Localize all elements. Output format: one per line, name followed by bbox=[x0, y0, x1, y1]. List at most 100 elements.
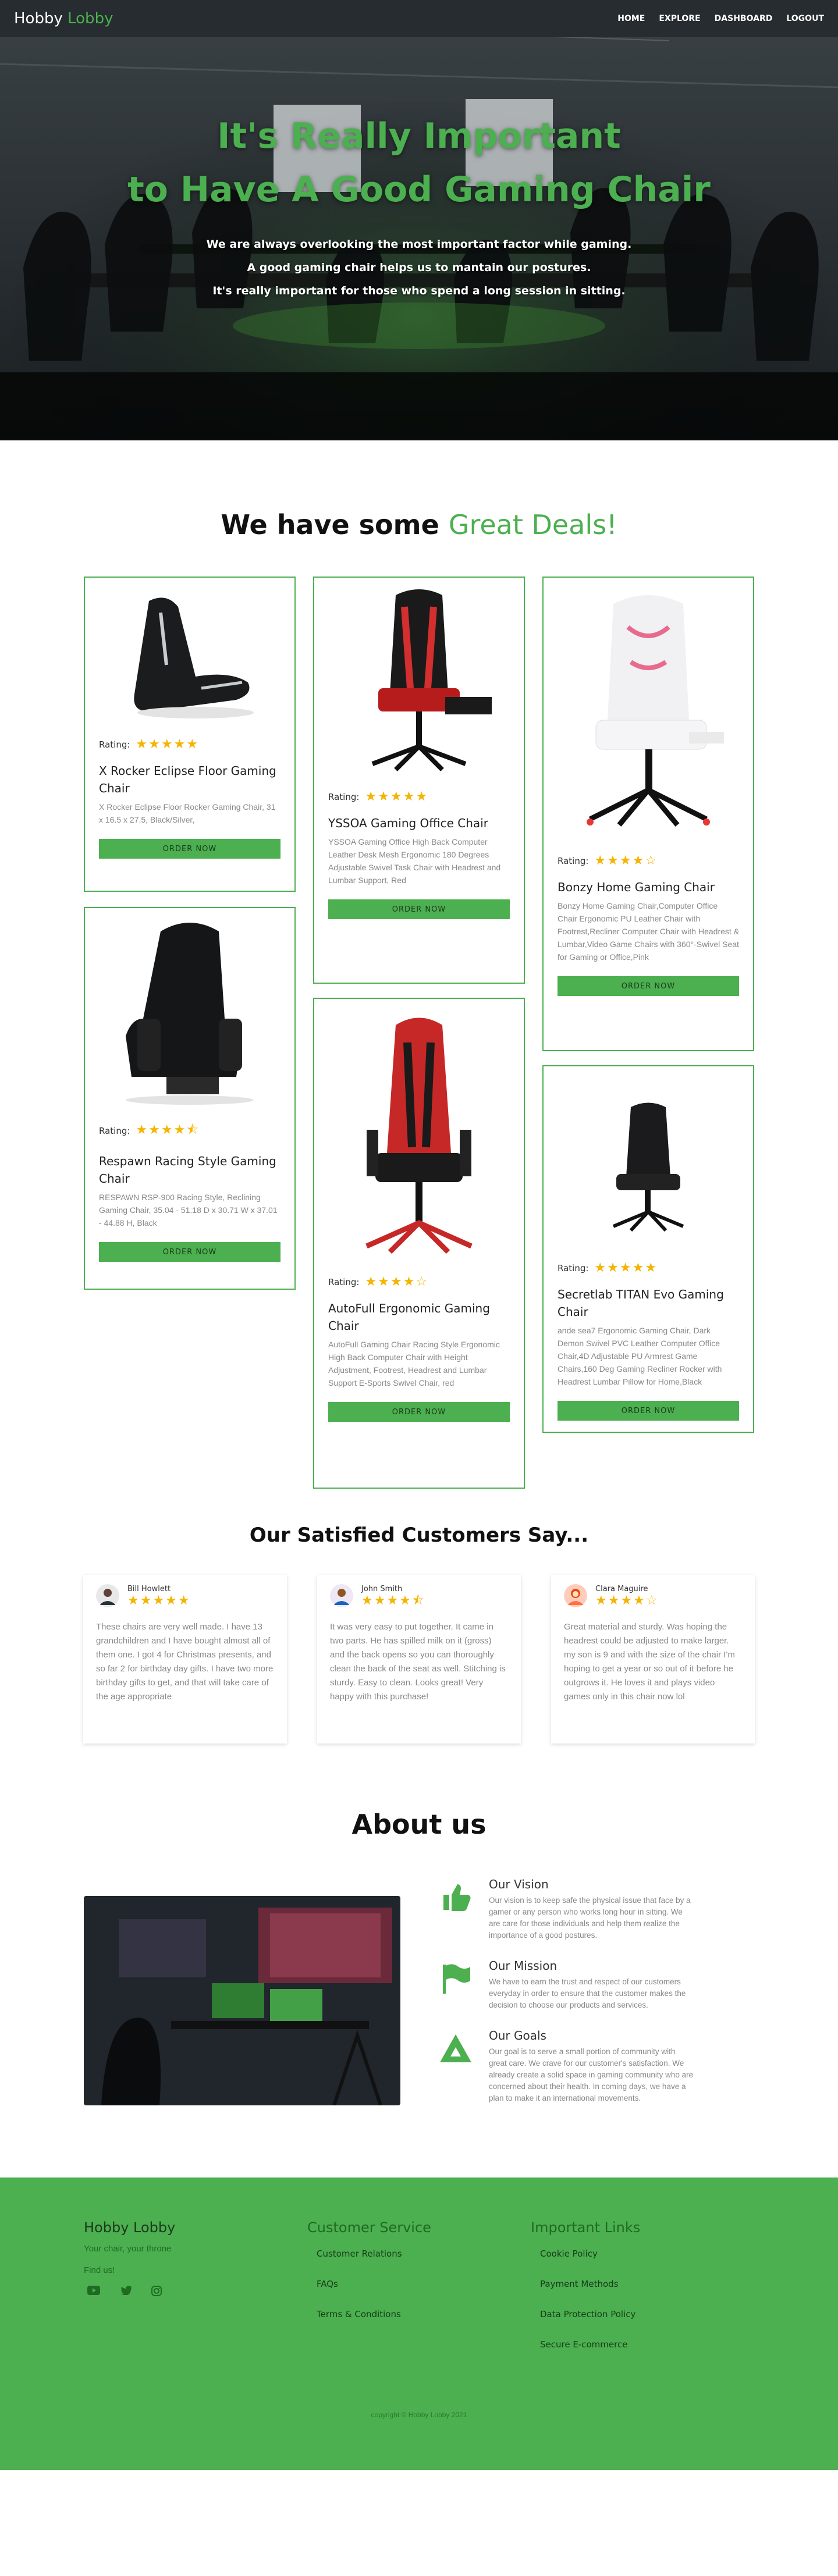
avatar bbox=[96, 1584, 119, 1607]
hero-subtitle-line-2: A good gaming chair helps us to mantain … bbox=[247, 261, 591, 274]
about-item-text: Our goal is to serve a small portion of … bbox=[489, 2047, 694, 2102]
star-rating-icon: ★★★★☆ bbox=[594, 853, 658, 868]
footer-tagline: Your chair, your throne bbox=[84, 2244, 172, 2254]
hero-content: It's Really Important to Have A Good Gam… bbox=[0, 109, 838, 303]
star-rating-icon: ★★★★⯪ bbox=[136, 1123, 200, 1137]
product-card: Rating: ★★★★☆ AutoFull Ergonomic Gaming … bbox=[313, 998, 525, 1489]
testimonials-section: Our Satisfied Customers Say... Bill Howl… bbox=[0, 1506, 838, 1744]
product-description: AutoFull Gaming Chair Racing Style Ergon… bbox=[328, 1340, 500, 1387]
about-mission: Our Mission We have to earn the trust an… bbox=[438, 1959, 694, 2011]
about-photo bbox=[84, 1896, 400, 2105]
hero-title-line-2: to Have A Good Gaming Chair bbox=[127, 169, 711, 210]
rating-row: Rating: ★★★★★ bbox=[99, 737, 280, 752]
footer-link-terms[interactable]: Terms & Conditions bbox=[307, 2309, 531, 2319]
testimonials-heading: Our Satisfied Customers Say... bbox=[249, 1524, 589, 1547]
footer-link-payment-methods[interactable]: Payment Methods bbox=[531, 2279, 754, 2289]
footer-link-data-protection[interactable]: Data Protection Policy bbox=[531, 2309, 754, 2319]
order-now-button[interactable]: ORDER NOW bbox=[328, 1402, 510, 1422]
order-now-button[interactable]: ORDER NOW bbox=[558, 976, 739, 996]
product-card: Rating: ★★★★⯪ Respawn Racing Style Gamin… bbox=[84, 907, 296, 1290]
product-description: RESPAWN RSP-900 Racing Style, Reclining … bbox=[99, 1193, 278, 1227]
product-image bbox=[328, 1011, 510, 1266]
testimonial-card: Bill Howlett ★★★★★ These chairs are very… bbox=[83, 1575, 287, 1744]
product-image bbox=[99, 589, 280, 729]
product-card: Rating: ★★★★★ X Rocker Eclipse Floor Gam… bbox=[84, 577, 296, 892]
product-image bbox=[99, 920, 280, 1112]
product-card: Rating: ★★★★★ YSSOA Gaming Office Chair … bbox=[313, 577, 525, 984]
testimonial-card: John Smith ★★★★⯪ It was very easy to put… bbox=[317, 1575, 521, 1744]
brand-name: Hobby bbox=[14, 10, 63, 27]
order-now-button[interactable]: ORDER NOW bbox=[558, 1401, 739, 1421]
footer-links-heading: Important Links bbox=[531, 2219, 641, 2236]
footer-brand-column: Hobby Lobby Your chair, your throne Find… bbox=[84, 2219, 307, 2350]
hero-subtitle-line-1: We are always overlooking the most impor… bbox=[206, 238, 632, 251]
rating-row: Rating: ★★★★★ bbox=[328, 789, 510, 804]
order-now-button[interactable]: ORDER NOW bbox=[328, 899, 510, 919]
nav-explore-link[interactable]: EXPLORE bbox=[659, 14, 700, 23]
deals-section: We have some Great Deals! Rating: ★★★★★ … bbox=[0, 440, 838, 1506]
product-title: Respawn Racing Style Gaming Chair bbox=[99, 1154, 276, 1186]
testimonial-text: It was very easy to put together. It cam… bbox=[330, 1622, 506, 1702]
footer-link-faqs[interactable]: FAQs bbox=[307, 2279, 531, 2289]
reviewer-name: John Smith bbox=[361, 1584, 403, 1593]
star-rating-icon: ★★★★★ bbox=[365, 789, 429, 804]
nav-logout-link[interactable]: LOGOUT bbox=[786, 14, 824, 23]
reviewer-name: Clara Maguire bbox=[595, 1584, 648, 1593]
product-title: Secretlab TITAN Evo Gaming Chair bbox=[558, 1287, 724, 1319]
product-title: Bonzy Home Gaming Chair bbox=[558, 880, 715, 894]
rating-row: Rating: ★★★★☆ bbox=[328, 1275, 510, 1289]
about-section: About us Our Vision Our vision is to kee… bbox=[0, 1744, 838, 2177]
product-description: YSSOA Gaming Office High Back Computer L… bbox=[328, 837, 501, 885]
footer-link-cookie-policy[interactable]: Cookie Policy bbox=[531, 2248, 754, 2259]
nav-dashboard-link[interactable]: DASHBOARD bbox=[715, 14, 773, 23]
product-description: X Rocker Eclipse Floor Rocker Gaming Cha… bbox=[99, 802, 276, 824]
star-rating-icon: ★★★★★ bbox=[594, 1261, 658, 1275]
product-image bbox=[558, 589, 739, 845]
rating-label: Rating: bbox=[328, 1276, 360, 1287]
instagram-icon[interactable] bbox=[151, 2286, 162, 2296]
nav-home-link[interactable]: HOME bbox=[617, 14, 645, 23]
about-vision: Our Vision Our vision is to keep safe th… bbox=[438, 1877, 694, 1941]
rating-label: Rating: bbox=[99, 739, 130, 750]
product-image bbox=[328, 589, 510, 781]
deals-heading: We have some Great Deals! bbox=[0, 509, 838, 540]
footer-brand: Hobby Lobby bbox=[84, 2219, 176, 2236]
footer-link-secure-ecommerce[interactable]: Secure E-commerce bbox=[531, 2339, 754, 2350]
footer: Hobby Lobby Your chair, your throne Find… bbox=[0, 2177, 838, 2470]
order-now-button[interactable]: ORDER NOW bbox=[99, 1242, 280, 1262]
product-title: X Rocker Eclipse Floor Gaming Chair bbox=[99, 764, 276, 795]
youtube-icon[interactable] bbox=[87, 2286, 100, 2295]
about-item-title: Our Vision bbox=[489, 1877, 549, 1891]
avatar bbox=[330, 1584, 353, 1607]
triangle-icon bbox=[440, 2034, 471, 2062]
about-item-text: We have to earn the trust and respect of… bbox=[489, 1977, 686, 2009]
hero-title-line-1: It's Really Important bbox=[217, 116, 621, 156]
about-goals: Our Goals Our goal is to serve a small p… bbox=[438, 2029, 694, 2104]
testimonials-row: Bill Howlett ★★★★★ These chairs are very… bbox=[0, 1575, 838, 1744]
order-now-button[interactable]: ORDER NOW bbox=[99, 839, 280, 859]
star-rating-icon: ★★★★★ bbox=[136, 737, 200, 752]
deals-heading-accent: Great Deals! bbox=[448, 509, 617, 540]
about-item-text: Our vision is to keep safe the physical … bbox=[489, 1896, 691, 1940]
deals-heading-main: We have some bbox=[221, 509, 439, 540]
testimonial-card: Clara Maguire ★★★★☆ Great material and s… bbox=[551, 1575, 755, 1744]
about-heading: About us bbox=[351, 1809, 487, 1840]
hero-section: It's Really Important to Have A Good Gam… bbox=[0, 0, 838, 440]
product-card: Rating: ★★★★☆ Bonzy Home Gaming Chair Bo… bbox=[542, 577, 754, 1051]
hero-subtitle-line-3: It's really important for those who spen… bbox=[212, 284, 626, 297]
brand-accent: Lobby bbox=[68, 10, 113, 27]
product-title: AutoFull Ergonomic Gaming Chair bbox=[328, 1301, 490, 1333]
rating-label: Rating: bbox=[558, 1262, 589, 1273]
testimonial-text: These chairs are very well made. I have … bbox=[96, 1622, 274, 1702]
about-item-title: Our Mission bbox=[489, 1959, 558, 1973]
nav-links: HOME EXPLORE DASHBOARD LOGOUT bbox=[617, 14, 824, 23]
rating-row: Rating: ★★★★★ bbox=[558, 1261, 739, 1275]
reviewer-name: Bill Howlett bbox=[127, 1584, 171, 1593]
twitter-icon[interactable] bbox=[120, 2286, 132, 2295]
brand-logo[interactable]: Hobby Lobby bbox=[14, 10, 113, 27]
thumbs-up-icon bbox=[443, 1884, 471, 1911]
product-description: ande sea7 Ergonomic Gaming Chair, Dark D… bbox=[558, 1326, 722, 1386]
product-title: YSSOA Gaming Office Chair bbox=[328, 816, 488, 830]
footer-link-customer-relations[interactable]: Customer Relations bbox=[307, 2248, 531, 2259]
social-links bbox=[84, 2286, 307, 2296]
